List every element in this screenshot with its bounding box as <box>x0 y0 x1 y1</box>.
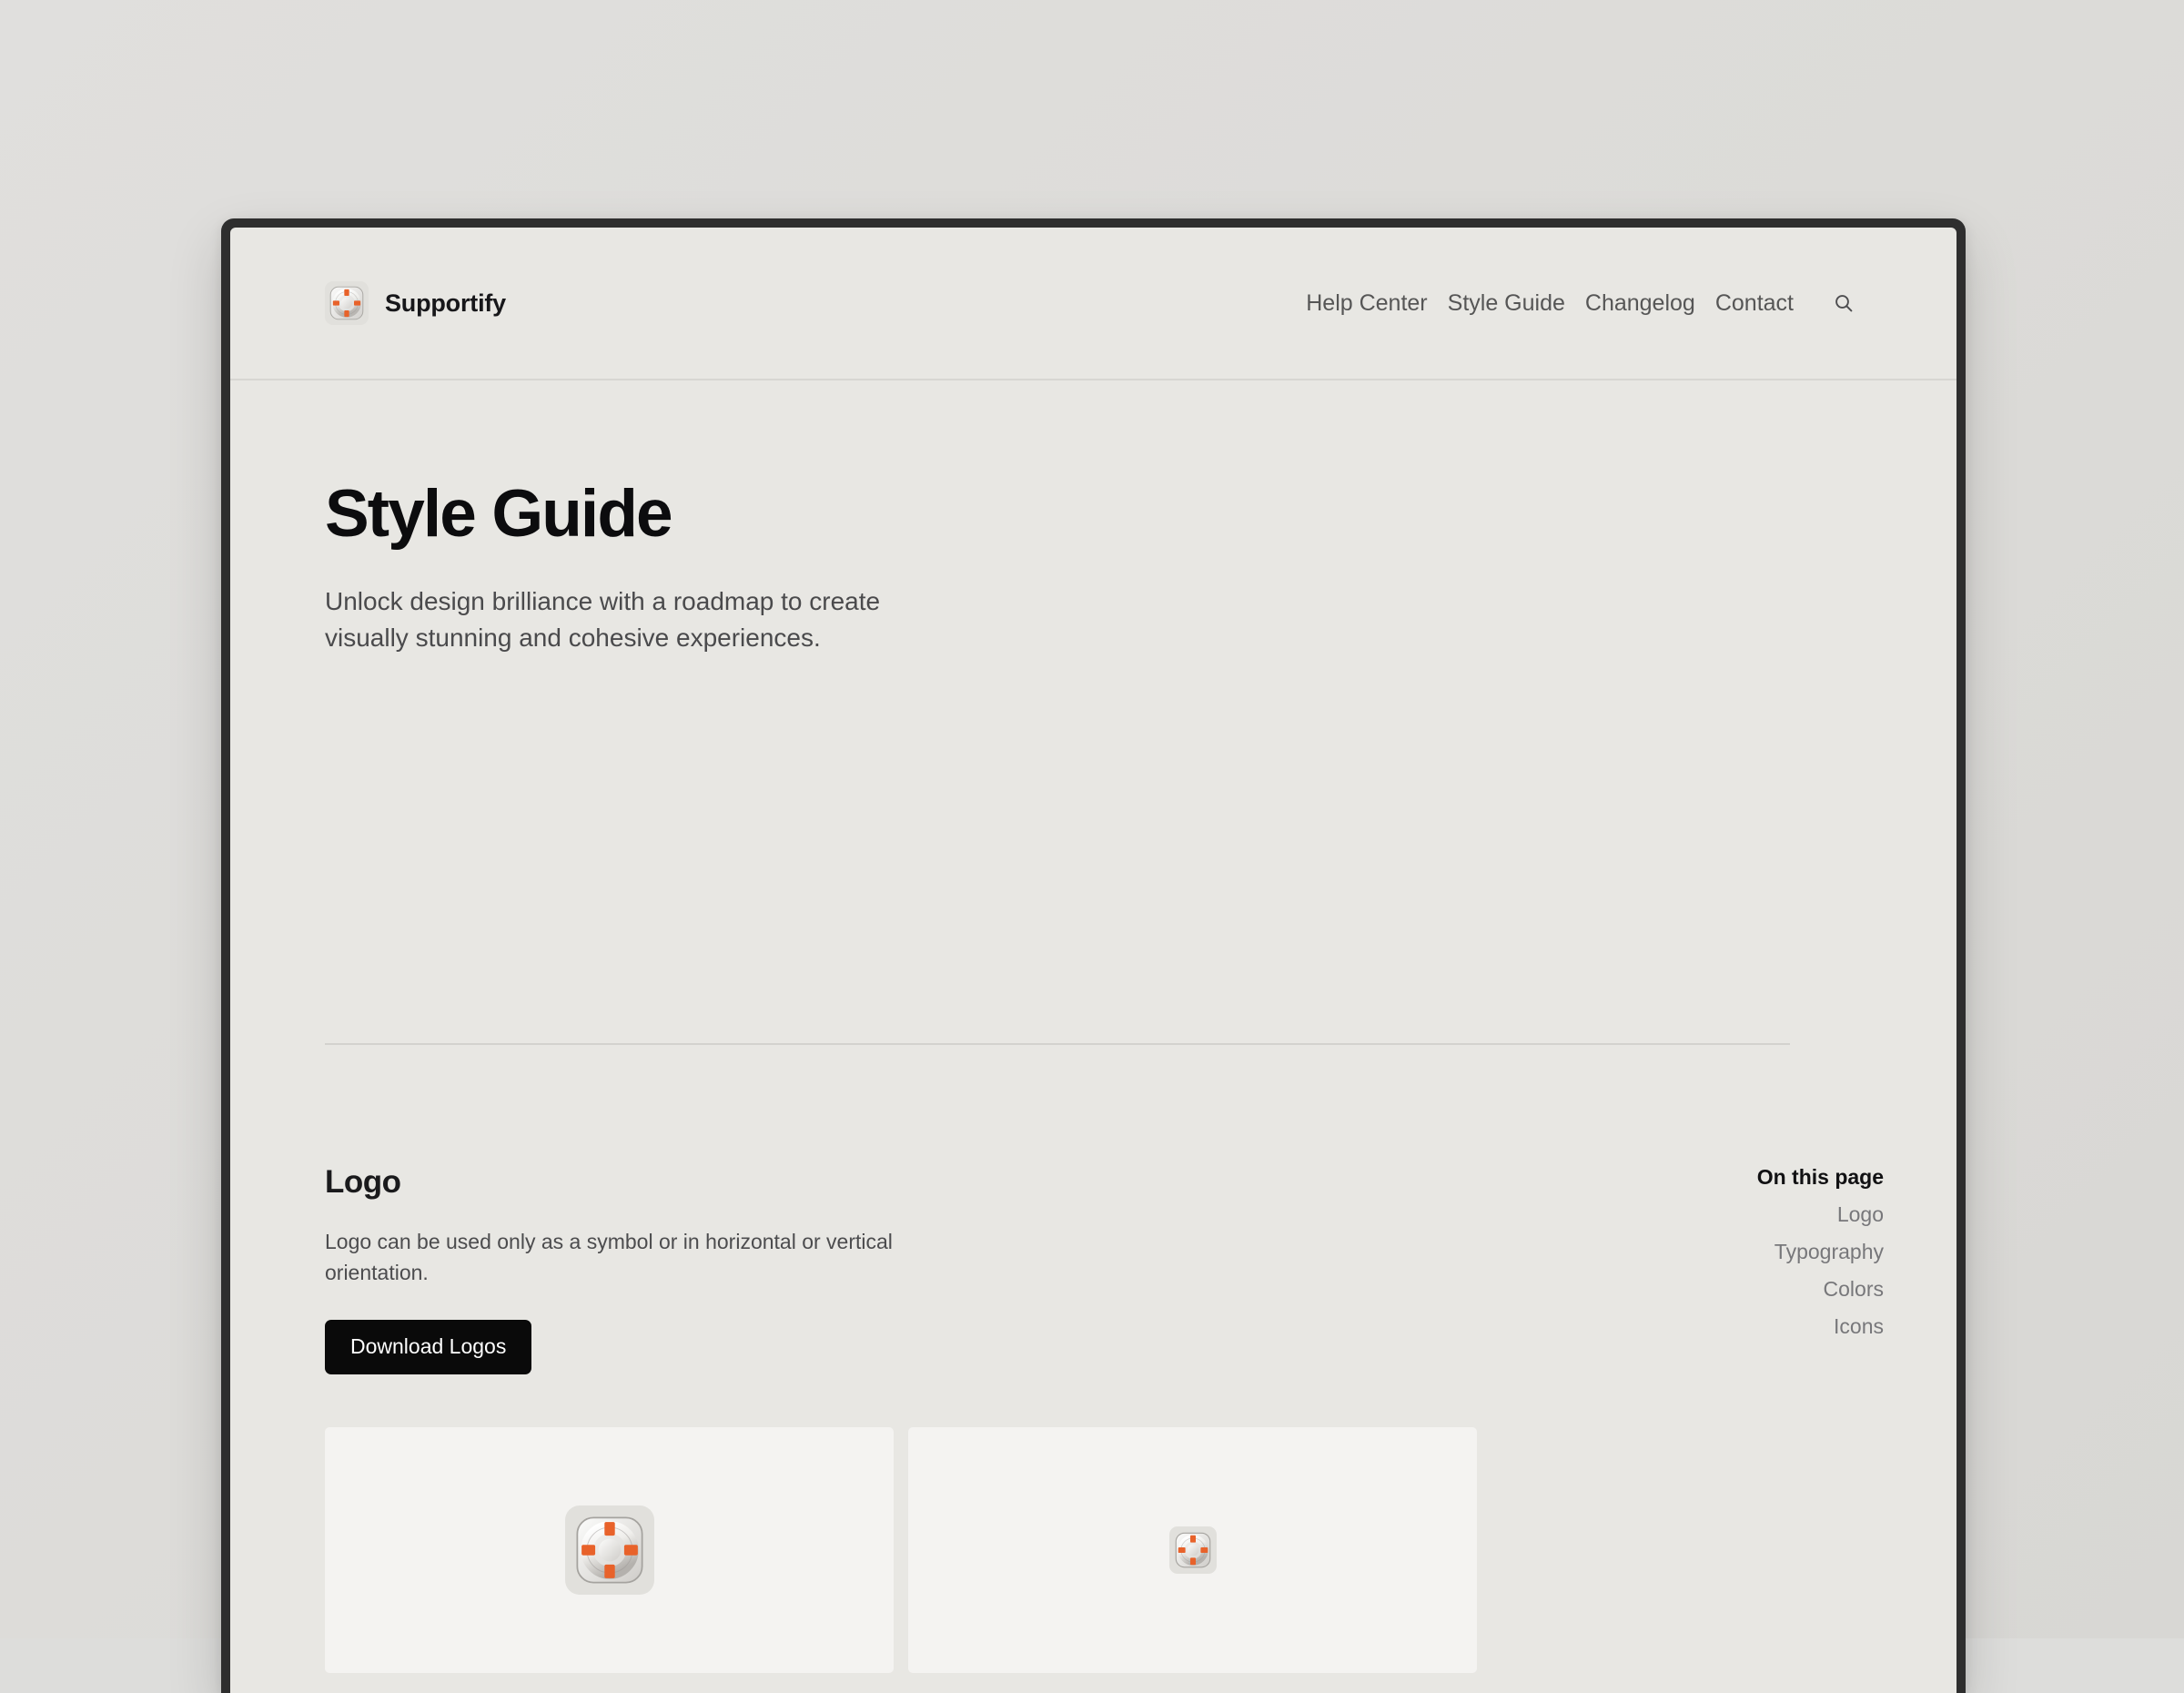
header-inner: Supportify Help Center Style Guide Chang… <box>325 228 1862 379</box>
section-grid: Logo Logo can be used only as a symbol o… <box>325 1165 1884 1693</box>
hero-section: Style Guide Unlock design brilliance wit… <box>325 479 1884 656</box>
logo-card-80-surface <box>325 1427 894 1673</box>
nav-link-contact[interactable]: Contact <box>1705 287 1804 320</box>
toc-link-logo[interactable]: Logo <box>1556 1196 1884 1233</box>
logo-section-heading: Logo <box>325 1165 1383 1201</box>
logo-card-40-surface <box>908 1427 1477 1673</box>
lifebuoy-icon <box>325 281 369 325</box>
logo-section-main: Logo Logo can be used only as a symbol o… <box>325 1165 1383 1693</box>
lifebuoy-icon <box>1169 1526 1217 1574</box>
page-title: Style Guide <box>325 479 1884 549</box>
brand-logo-link[interactable]: Supportify <box>325 281 506 325</box>
on-this-page-title: On this page <box>1556 1167 1884 1188</box>
top-navigation: Help Center Style Guide Changelog Contac… <box>1306 285 1862 321</box>
logo-preview-cards: 80px <box>325 1427 1383 1693</box>
hero-divider <box>325 1043 1790 1045</box>
logo-card-80: 80px <box>325 1427 894 1693</box>
browser-window-frame: Supportify Help Center Style Guide Chang… <box>221 218 1966 1693</box>
nav-link-style-guide[interactable]: Style Guide <box>1438 287 1575 320</box>
logo-card-40: 40px <box>908 1427 1477 1693</box>
on-this-page-nav: On this page Logo Typography Colors Icon… <box>1556 1165 1884 1345</box>
toc-link-icons[interactable]: Icons <box>1556 1308 1884 1345</box>
page-subtitle: Unlock design brilliance with a roadmap … <box>325 583 907 656</box>
toc-link-colors[interactable]: Colors <box>1556 1271 1884 1308</box>
lifebuoy-icon <box>565 1505 654 1595</box>
nav-link-changelog[interactable]: Changelog <box>1575 287 1705 320</box>
brand-name: Supportify <box>385 289 506 318</box>
site-header: Supportify Help Center Style Guide Chang… <box>230 228 1956 380</box>
nav-link-help-center[interactable]: Help Center <box>1306 287 1437 320</box>
toc-link-typography[interactable]: Typography <box>1556 1233 1884 1271</box>
download-logos-button[interactable]: Download Logos <box>325 1320 531 1374</box>
search-icon[interactable] <box>1825 285 1862 321</box>
page-viewport: Supportify Help Center Style Guide Chang… <box>230 228 1956 1693</box>
logo-section: Logo Logo can be used only as a symbol o… <box>325 1165 1884 1693</box>
page-content: Style Guide Unlock design brilliance wit… <box>230 380 1956 1693</box>
logo-section-description: Logo can be used only as a symbol or in … <box>325 1226 894 1290</box>
desktop-backdrop: Supportify Help Center Style Guide Chang… <box>0 0 2184 1638</box>
